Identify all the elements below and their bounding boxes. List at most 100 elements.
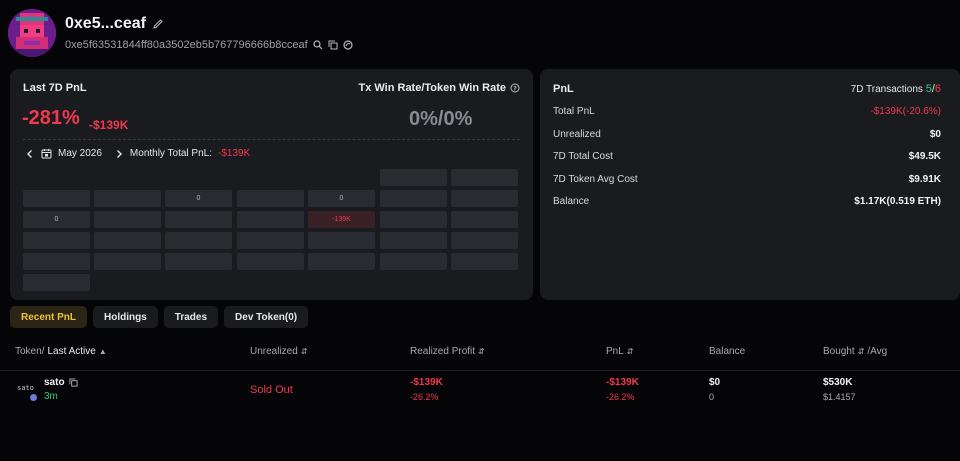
summary-value: $9.91K [908,174,941,185]
pnl-calendar-card: Last 7D PnL Tx Win Rate/Token Win Rate ?… [10,69,533,300]
summary-row-unrealized: Unrealized $0 [553,129,941,140]
unrealized-status: Sold Out [250,384,293,396]
summary-row-total-cost: 7D Total Cost $49.5K [553,151,941,162]
summary-row-balance: Balance $1.17K(0.519 ETH) [553,196,941,207]
calendar-day[interactable] [451,190,518,207]
help-icon[interactable]: ? [510,83,520,93]
calendar-day-loss[interactable]: -139K [308,211,375,228]
token-name[interactable]: sato [44,377,65,388]
summary-value: $0 [929,129,941,140]
wallet-header: 0xe5...ceaf 0xe5f63531844ff80a3502eb5b76… [8,9,608,61]
calendar-day[interactable] [451,253,518,270]
win-rate-title: Tx Win Rate/Token Win Rate ? [358,82,520,94]
calendar-day[interactable] [237,253,304,270]
calendar-day[interactable] [380,211,447,228]
col-header-avg-label: /Avg [867,346,888,357]
calendar-day[interactable] [94,211,161,228]
calendar-day[interactable] [451,169,518,186]
sort-icon: ⇵ [300,347,308,356]
chevron-left-icon[interactable] [25,149,35,159]
calendar-day[interactable] [165,253,232,270]
summary-label: Unrealized [553,129,601,140]
balance-amount: 0 [709,392,715,402]
calendar-day[interactable] [237,232,304,249]
calendar-icon[interactable] [41,148,52,159]
copy-icon[interactable] [328,40,338,50]
calendar-day[interactable] [380,232,447,249]
col-header-balance-label: Balance [709,346,746,357]
calendar-day[interactable] [451,211,518,228]
calendar-day[interactable]: 0 [165,190,232,207]
calendar-day[interactable] [23,253,90,270]
table-header-divider [0,370,960,371]
token-name-cell: sato [44,377,78,388]
col-header-pnl[interactable]: PnL ⇵ [606,346,634,357]
summary-label: 7D Token Avg Cost [553,174,638,185]
calendar-day[interactable] [451,232,518,249]
calendar-day-value: -139K [332,216,351,223]
sort-icon: ⇵ [857,347,865,356]
balance-usd: $0 [709,377,721,388]
calendar-day[interactable] [165,232,232,249]
calendar-day[interactable] [308,253,375,270]
tab-trades[interactable]: Trades [163,306,219,328]
summary-value: -$139K(-20.6%) [870,106,941,117]
summary-row-avg-cost: 7D Token Avg Cost $9.91K [553,174,941,185]
summary-value: $1.17K(0.519 ETH) [854,196,941,207]
realized-usd: -$139K [410,377,443,388]
calendar-day[interactable] [237,211,304,228]
explorer-icon[interactable] [343,40,353,50]
calendar-day-value: 0 [196,195,201,202]
calendar-day[interactable]: 0 [308,190,375,207]
col-header-bought[interactable]: Bought ⇵ /Avg [823,346,887,357]
tx-losses: 6 [934,83,941,95]
last-active: 3m [44,391,58,402]
tx-count: 7D Transactions 5/6 [851,83,941,95]
month-navigator: May 2026 Monthly Total PnL: -$139K [25,148,250,159]
calendar-day[interactable] [308,232,375,249]
calendar-day[interactable] [165,211,232,228]
divider [23,139,520,140]
col-header-bought-label: Bought [823,346,855,357]
sort-icon: ▲︎ [98,347,107,356]
calendar-day[interactable] [23,190,90,207]
realized-pct: -26.2% [410,392,439,402]
pnl-pct-cell: -26.2% [606,392,635,402]
col-header-token[interactable]: Token/Last Active ▲︎ [15,346,107,357]
edit-icon[interactable] [152,18,164,30]
tab-holdings[interactable]: Holdings [93,306,158,328]
tab-recent-pnl[interactable]: Recent PnL [10,306,88,328]
calendar-day[interactable] [94,253,161,270]
col-header-realized[interactable]: Realized Profit ⇵ [410,346,485,357]
summary-label: Balance [553,196,590,207]
wallet-avatar [8,9,56,57]
summary-title: PnL [553,83,574,95]
calendar-day[interactable] [94,190,161,207]
token-logo: sato [17,384,34,392]
pnl-summary-card: PnL 7D Transactions 5/6 Total PnL -$139K… [540,69,960,300]
col-header-token-label: Token/ [15,346,45,357]
calendar-day[interactable]: 0 [23,211,90,228]
wallet-address-row: 0xe5f63531844ff80a3502eb5b767796666b8cce… [65,39,353,51]
calendar-day[interactable] [23,232,90,249]
calendar-day[interactable] [94,232,161,249]
search-icon[interactable] [313,40,323,50]
copy-icon[interactable] [69,378,78,387]
calendar-day[interactable] [23,274,90,291]
summary-label: 7D Total Cost [553,151,613,162]
wallet-short-name: 0xe5...ceaf [65,15,146,32]
chevron-right-icon[interactable] [114,149,124,159]
win-rate-title-text: Tx Win Rate/Token Win Rate [358,82,506,94]
calendar-day[interactable] [237,190,304,207]
pnl-percent: -281% [22,107,80,129]
calendar-day[interactable] [380,253,447,270]
calendar-day[interactable] [380,190,447,207]
col-header-unrealized[interactable]: Unrealized ⇵ [250,346,308,357]
bought-usd: $530K [823,377,853,388]
svg-text:?: ? [513,86,517,93]
col-header-pnl-label: PnL [606,346,624,357]
summary-header: PnL 7D Transactions 5/6 [553,83,941,95]
tab-dev-token[interactable]: Dev Token(0) [224,306,309,328]
calendar-day[interactable] [380,169,447,186]
sort-icon: ⇵ [626,347,634,356]
